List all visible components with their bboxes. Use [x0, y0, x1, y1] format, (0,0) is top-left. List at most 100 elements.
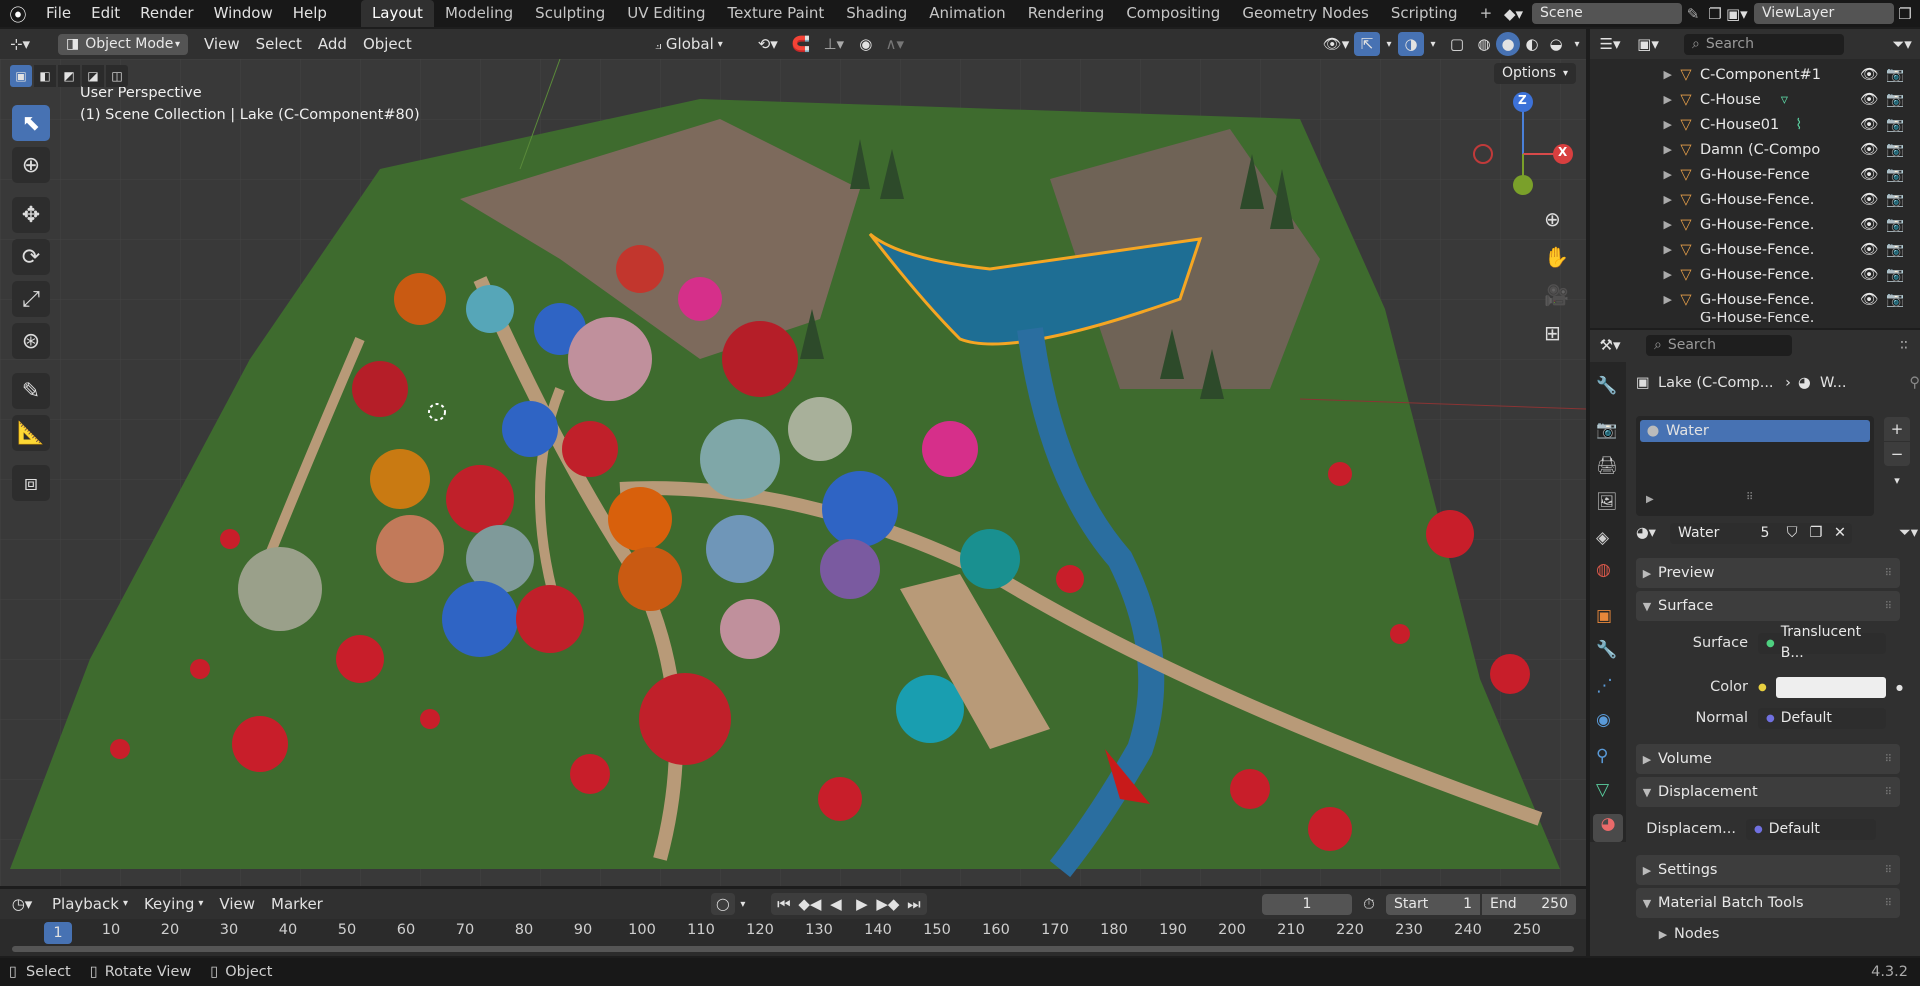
eye-icon[interactable]: 👁 [1860, 291, 1878, 308]
select-intersect-icon[interactable]: ◫ [106, 65, 128, 87]
volume-panel-header[interactable]: ▶ Volume ⠿ [1636, 744, 1900, 774]
material-tab-icon[interactable]: ◕ [1593, 814, 1623, 842]
fake-user-icon[interactable]: ⛉ [1780, 522, 1804, 544]
camera-icon[interactable]: 📷 [1886, 241, 1904, 258]
eye-icon[interactable]: 👁 [1860, 116, 1878, 133]
scene-tab-icon[interactable]: ◈ [1596, 528, 1609, 548]
scene-selector[interactable]: ◆▾ Scene ✎ ❐ [1504, 3, 1728, 24]
material-slot-selected[interactable]: ● Water [1640, 420, 1870, 442]
displacement-field[interactable]: ● Default [1746, 818, 1876, 840]
outliner-row[interactable]: ▶ ▽ Damn (C-Compo 👁 📷 [1600, 137, 1910, 162]
expand-icon[interactable]: ▶ [1600, 68, 1672, 81]
camera-icon[interactable]: 📷 [1886, 216, 1904, 233]
add-cube-tool[interactable]: ⧈ [12, 465, 50, 501]
tab-sculpting[interactable]: Sculpting [524, 0, 616, 27]
scale-tool[interactable]: ⤢ [12, 281, 50, 317]
camera-icon[interactable]: 📷 [1886, 141, 1904, 158]
expand-icon[interactable]: ▶ [1600, 93, 1672, 106]
annotate-tool[interactable]: ✎ [12, 373, 50, 409]
pin-icon[interactable]: ⚲ [1909, 375, 1920, 391]
visibility-icon[interactable]: 👁▾ [1318, 35, 1354, 53]
proportional-edit-icon[interactable]: ◉ [852, 35, 880, 53]
keying-menu[interactable]: Keying ▾ [136, 892, 211, 916]
blender-logo-icon[interactable]: ⦿ [0, 1, 36, 26]
modifier-tab-icon[interactable]: 🔧 [1596, 640, 1617, 660]
expand-icon[interactable]: ▶ [1600, 243, 1672, 256]
transform-tool[interactable]: ⊛ [12, 323, 50, 359]
editor-type-icon[interactable]: ⊹▾ [0, 35, 40, 53]
tab-layout[interactable]: Layout [360, 0, 434, 27]
tab-uv-editing[interactable]: UV Editing [616, 0, 716, 27]
drag-handle-icon[interactable]: ⠿ [1885, 568, 1900, 579]
duplicate-icon[interactable]: ❐ [1804, 522, 1828, 544]
falloff-icon[interactable]: ∧▾ [880, 35, 910, 53]
select-extend-icon[interactable]: ◧ [34, 65, 56, 87]
current-frame-marker[interactable]: 1 [44, 922, 72, 944]
select-new-icon[interactable]: ▣ [10, 65, 32, 87]
navigation-gizmo[interactable]: Z X [1470, 89, 1580, 199]
stopwatch-icon[interactable]: ⏱ [1352, 895, 1386, 913]
select-invert-icon[interactable]: ◪ [82, 65, 104, 87]
keyframe-dot-icon[interactable]: ● [1896, 683, 1903, 692]
add-slot-button[interactable]: + [1884, 417, 1910, 441]
material-browse-icon[interactable]: ◕▾ [1636, 525, 1670, 541]
outliner-row[interactable]: ▶ ▽ C-House ▿ 👁 📷 [1600, 87, 1910, 112]
particles-tab-icon[interactable]: ⋰ [1596, 676, 1613, 696]
expand-icon[interactable]: ▶ [1600, 118, 1672, 131]
3d-viewport[interactable]: User Perspective (1) Scene Collection | … [0, 59, 1586, 886]
autokey-dropdown-icon[interactable]: ▾ [735, 899, 751, 910]
outliner-row[interactable]: ▶ ▽ G-House-Fence 👁 📷 [1600, 162, 1910, 187]
snap-icon[interactable]: 🧲 [786, 35, 816, 53]
output-tab-icon[interactable]: 🖨 [1596, 456, 1618, 476]
expand-icon[interactable]: ▶ [1646, 494, 1654, 505]
drag-handle-icon[interactable]: ⠿ [1885, 754, 1900, 765]
tab-texture-paint[interactable]: Texture Paint [716, 0, 835, 27]
display-mode-icon[interactable]: ▣▾ [1630, 35, 1666, 53]
expand-icon[interactable]: ▶ [1600, 193, 1672, 206]
physics-tab-icon[interactable]: ◉ [1596, 710, 1611, 730]
material-slot-list[interactable]: ● Water ▶ ⠿ [1636, 416, 1874, 516]
outliner-row[interactable]: ▶ ▽ C-Component#1 👁 📷 [1600, 62, 1910, 87]
outliner-row[interactable]: ▶ ▽ G-House-Fence. 👁 📷 [1600, 187, 1910, 212]
new-scene-icon[interactable]: ❐ [1704, 5, 1726, 23]
shading-rendered-icon[interactable]: ◒ [1544, 35, 1568, 53]
preview-panel-header[interactable]: ▶ Preview ⠿ [1636, 558, 1900, 588]
eye-icon[interactable]: 👁 [1860, 241, 1878, 258]
camera-icon[interactable]: 📷 [1886, 66, 1904, 83]
shading-material-icon[interactable]: ◐ [1520, 35, 1544, 53]
camera-icon[interactable]: 📷 [1886, 291, 1904, 308]
drag-handle-icon[interactable]: ⠿ [1885, 601, 1900, 612]
eye-icon[interactable]: 👁 [1860, 216, 1878, 233]
mode-dropdown[interactable]: ◨ Object Mode ▾ [58, 33, 188, 55]
tab-rendering[interactable]: Rendering [1017, 0, 1116, 27]
prev-keyframe-icon[interactable]: ◆◀ [796, 893, 823, 915]
eye-icon[interactable]: 👁 [1860, 91, 1878, 108]
eye-icon[interactable]: 👁 [1860, 166, 1878, 183]
chevron-down-icon[interactable]: ▾ [1424, 39, 1442, 50]
viewlayer-name[interactable]: ViewLayer [1754, 3, 1894, 24]
camera-view-icon[interactable]: 🎥 [1544, 283, 1569, 307]
drag-handle-icon[interactable]: ⠿ [1885, 865, 1900, 876]
playback-menu[interactable]: Playback ▾ [44, 892, 136, 916]
camera-icon[interactable]: 📷 [1886, 266, 1904, 283]
select-box-tool[interactable]: ⬉ [12, 105, 50, 141]
outliner-search[interactable]: ⌕ Search [1684, 33, 1844, 55]
view-layer-tab-icon[interactable]: 🖼 [1596, 492, 1618, 512]
current-frame-field[interactable]: 1 [1262, 893, 1352, 915]
measure-tool[interactable]: 📐 [12, 415, 50, 451]
eye-icon[interactable]: 👁 [1860, 191, 1878, 208]
eye-icon[interactable]: 👁 [1860, 266, 1878, 283]
record-icon[interactable]: ◯ [710, 893, 735, 915]
drag-handle-icon[interactable]: ⠿ [1885, 898, 1900, 909]
outliner-row[interactable]: ▶ ▽ G-House-Fence. 👁 📷 [1600, 287, 1910, 312]
nodes-subpanel-header[interactable]: ▶ Nodes [1652, 921, 1900, 947]
eye-icon[interactable]: 👁 [1860, 66, 1878, 83]
slot-menu-button[interactable]: ▾ [1884, 474, 1910, 496]
pin-icon[interactable]: ✎ [1682, 5, 1704, 23]
properties-editor-icon[interactable]: ⚒▾ [1590, 336, 1630, 354]
end-frame-field[interactable]: End 250 [1482, 893, 1576, 915]
normal-field[interactable]: ● Default [1758, 707, 1886, 729]
user-count[interactable]: 5 [1750, 522, 1780, 544]
marker-menu[interactable]: Marker [263, 892, 331, 916]
displacement-panel-header[interactable]: ▼ Displacement ⠿ [1636, 777, 1900, 807]
